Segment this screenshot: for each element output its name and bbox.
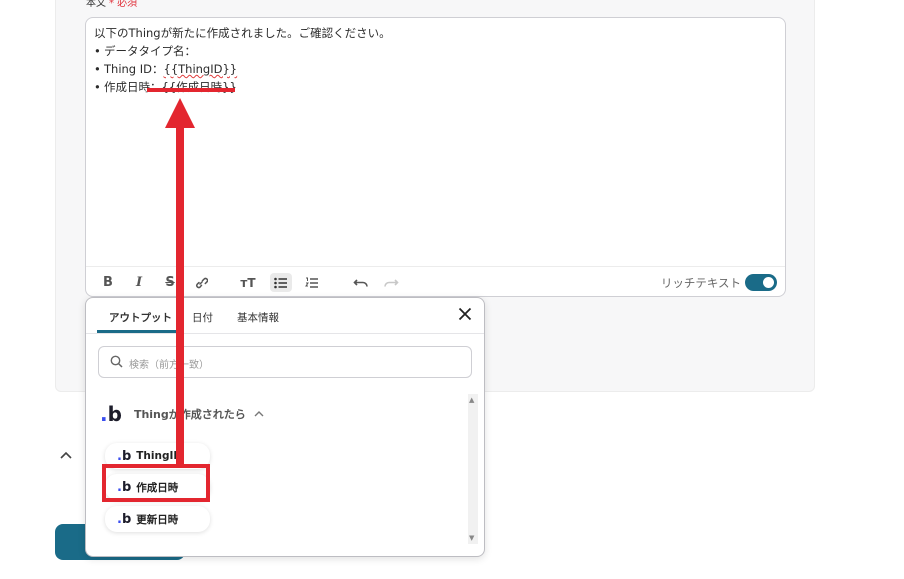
annotation-arrow xyxy=(165,98,195,464)
